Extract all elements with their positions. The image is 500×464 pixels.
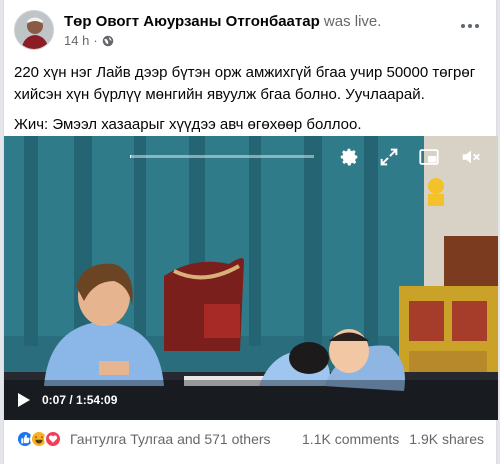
post-paragraph: 220 хүн нэг Лайв дээр бүтэн орж амжихгүй…	[14, 64, 476, 103]
post-card: Төр Овогт Аюурзаны Отгонбаатар was live.…	[3, 0, 498, 464]
engagement-stats: 1.1K comments 1.9K shares	[302, 431, 484, 447]
post-meta: 14 h ·	[64, 33, 114, 48]
speaker-muted-icon[interactable]	[460, 146, 482, 168]
author-name[interactable]: Төр Овогт Аюурзаны Отгонбаатар	[64, 13, 320, 30]
video-progress-bar[interactable]	[130, 155, 314, 158]
video-player[interactable]: 0:07 / 1:54:09	[4, 136, 498, 420]
reaction-icons[interactable]	[16, 430, 62, 448]
post-timestamp[interactable]: 14 h	[64, 33, 89, 48]
current-time: 0:07	[42, 393, 67, 407]
comments-count[interactable]: 1.1K comments	[302, 431, 399, 447]
meta-separator: ·	[93, 33, 98, 48]
video-progress-fill	[130, 155, 132, 158]
author-line: Төр Овогт Аюурзаны Отгонбаатар was live.	[64, 13, 381, 30]
play-icon[interactable]	[14, 391, 32, 409]
live-status-text: was live.	[323, 13, 382, 30]
engagement-bar: Гантулга Тулгаа and 571 others 1.1K comm…	[16, 428, 484, 450]
shares-count[interactable]: 1.9K shares	[409, 431, 484, 447]
love-reaction-icon	[44, 430, 62, 448]
post-body: 220 хүн нэг Лайв дээр бүтэн орж амжихгүй…	[14, 62, 484, 144]
video-time: 0:07 / 1:54:09	[42, 393, 117, 407]
more-options-icon[interactable]	[456, 16, 484, 36]
post-paragraph-note: Жич: Эмээл хазаарыг хүүдээ авч өгөхөөр б…	[14, 116, 362, 133]
author-avatar[interactable]	[14, 10, 54, 50]
gear-icon[interactable]	[338, 146, 360, 168]
post-header: Төр Овогт Аюурзаны Отгонбаатар was live.…	[14, 10, 486, 54]
time-separator: /	[66, 393, 77, 407]
picture-in-picture-icon[interactable]	[418, 146, 440, 168]
reaction-summary[interactable]: Гантулга Тулгаа and 571 others	[70, 431, 271, 447]
video-frame	[4, 136, 498, 420]
video-duration: 1:54:09	[76, 393, 118, 407]
globe-icon[interactable]	[102, 35, 114, 47]
video-controls: 0:07 / 1:54:09	[4, 380, 498, 420]
expand-icon[interactable]	[378, 146, 400, 168]
